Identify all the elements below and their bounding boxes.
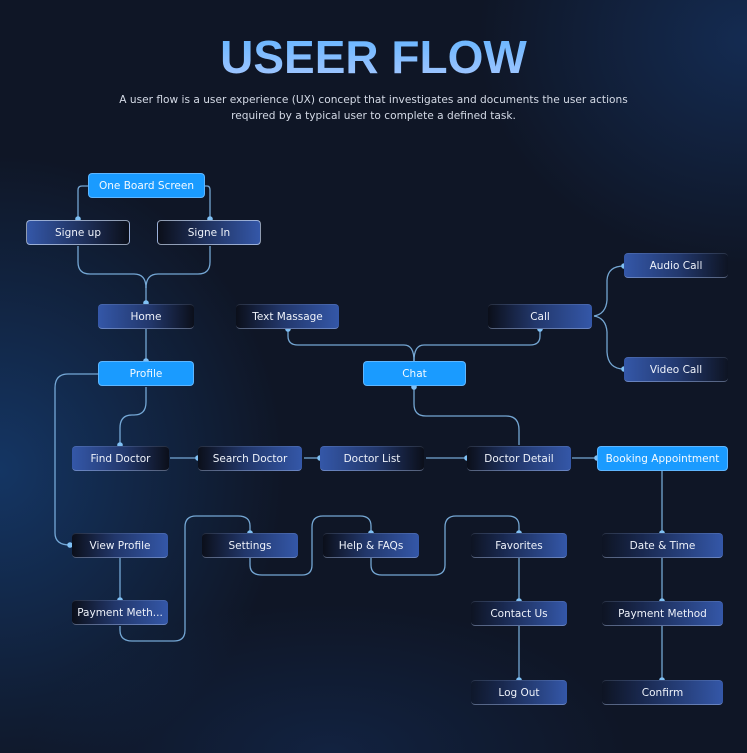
node-favorites[interactable]: Favorites [471, 533, 567, 558]
node-booking-appointment[interactable]: Booking Appointment [597, 446, 728, 471]
node-contact-us[interactable]: Contact Us [471, 601, 567, 626]
connector-signup-home [77, 246, 147, 303]
node-onboard-screen[interactable]: One Board Screen [88, 173, 205, 198]
node-confirm[interactable]: Confirm [602, 680, 723, 705]
node-view-profile[interactable]: View Profile [72, 533, 168, 558]
node-payment-method[interactable]: Payment Method [602, 601, 723, 626]
connector-call-video [593, 315, 625, 370]
connector-profile-finddoctor [119, 387, 147, 445]
node-home[interactable]: Home [98, 304, 194, 329]
connector-call-audio [593, 265, 625, 317]
connector-text-chat [287, 329, 415, 362]
node-video-call[interactable]: Video Call [624, 357, 728, 382]
node-help-faqs[interactable]: Help & FAQs [323, 533, 419, 558]
connector-signin-home [145, 246, 211, 289]
node-log-out[interactable]: Log Out [471, 680, 567, 705]
node-doctor-list[interactable]: Doctor List [320, 446, 424, 471]
node-settings[interactable]: Settings [202, 533, 298, 558]
connector-chat-doctordetail [413, 387, 520, 445]
node-profile[interactable]: Profile [98, 361, 194, 386]
node-audio-call[interactable]: Audio Call [624, 253, 728, 278]
node-search-doctor[interactable]: Search Doctor [198, 446, 302, 471]
node-doctor-detail[interactable]: Doctor Detail [467, 446, 571, 471]
node-find-doctor[interactable]: Find Doctor [72, 446, 169, 471]
node-payment-method-short[interactable]: Payment Meth... [72, 600, 168, 625]
node-chat[interactable]: Chat [363, 361, 466, 386]
node-call[interactable]: Call [488, 304, 592, 329]
connector-onboard-signup [77, 185, 88, 219]
connector-call-chat [413, 329, 541, 362]
node-sign-in[interactable]: Signe In [157, 220, 261, 245]
connector-onboard-signin [205, 185, 211, 219]
node-date-time[interactable]: Date & Time [602, 533, 723, 558]
node-sign-up[interactable]: Signe up [26, 220, 130, 245]
node-text-message[interactable]: Text Massage [236, 304, 339, 329]
